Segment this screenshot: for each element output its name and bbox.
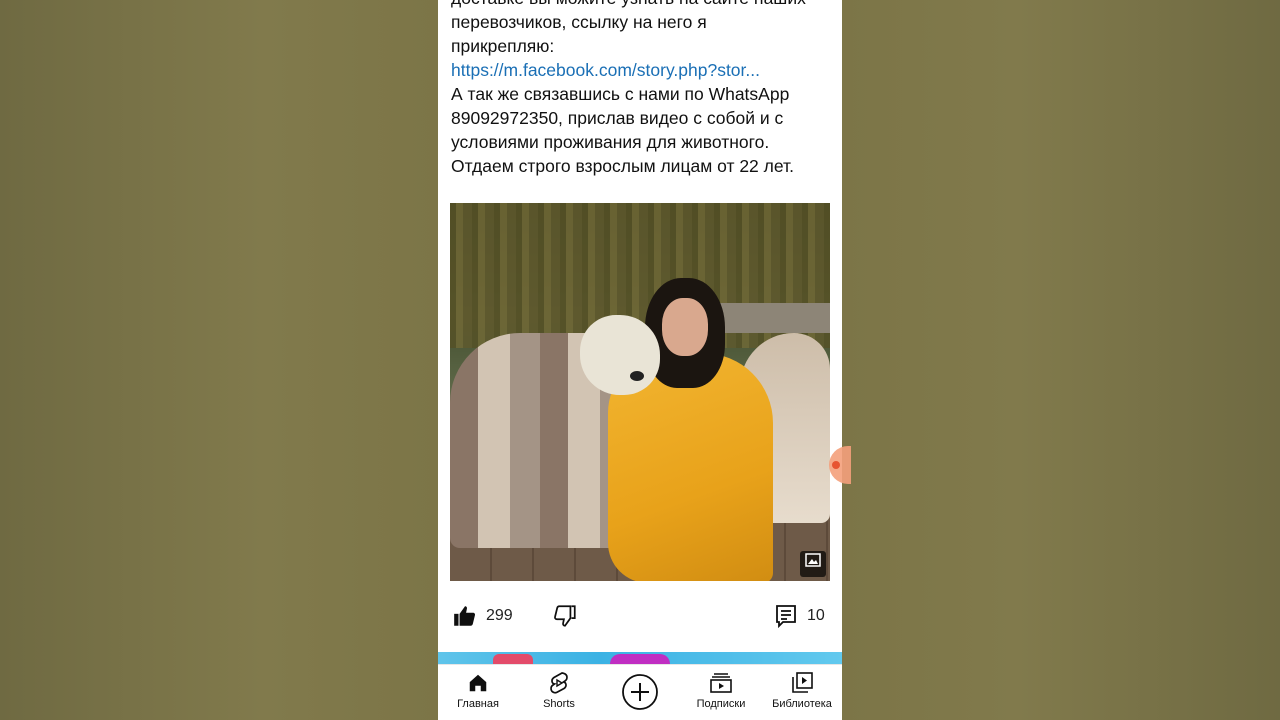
nav-library[interactable]: Библиотека	[762, 669, 842, 719]
post-image[interactable]	[450, 203, 830, 581]
background-blur-left	[0, 0, 438, 720]
thumbs-up-icon	[454, 606, 476, 626]
post-text: доставке вы можите узнать на сайте наших…	[451, 0, 835, 178]
post-actions: 299 10	[438, 596, 842, 640]
post-line: прикрепляю:	[451, 36, 555, 56]
thumbs-down-icon	[554, 605, 576, 627]
dislike-button[interactable]	[552, 596, 578, 636]
post-line: А так же связавшись с нами по WhatsApp	[451, 84, 790, 104]
nav-subscriptions-label: Подписки	[696, 698, 746, 710]
nav-shorts-label: Shorts	[543, 698, 575, 710]
library-icon	[792, 672, 813, 693]
subscriptions-icon	[710, 673, 732, 693]
nav-home-label: Главная	[457, 698, 499, 710]
post-line: 89092972350, прислав видео с собой и с	[451, 108, 784, 128]
post-line: перевозчиков, ссылку на него я	[451, 12, 707, 32]
nav-subscriptions[interactable]: Подписки	[681, 669, 761, 719]
plus-circle-icon	[622, 674, 658, 710]
post-line: доставке вы можите узнать на сайте наших	[451, 0, 835, 10]
bottom-navigation: Главная Shorts Подписки Библиотека	[438, 664, 842, 720]
preview-shape	[610, 654, 670, 664]
home-icon	[469, 674, 487, 692]
photo-dog	[580, 315, 660, 395]
nav-shorts[interactable]: Shorts	[519, 669, 599, 719]
photo-face	[662, 298, 708, 356]
shorts-icon	[550, 672, 568, 694]
post-link[interactable]: https://m.facebook.com/story.php?stor...	[451, 58, 835, 82]
gallery-icon[interactable]	[800, 551, 826, 577]
comment-button[interactable]	[774, 596, 798, 636]
post-line: Отдаем строго взрослым лицам от 22 лет.	[451, 156, 794, 176]
preview-shape	[493, 654, 533, 664]
photo-pier	[720, 303, 830, 333]
like-count: 299	[486, 607, 513, 624]
like-button[interactable]	[452, 596, 478, 636]
comment-count: 10	[807, 607, 825, 624]
photo-dog-nose	[630, 371, 644, 381]
next-item-preview[interactable]	[438, 652, 842, 664]
nav-create[interactable]	[600, 669, 680, 719]
background-blur-right	[842, 0, 1280, 720]
nav-home[interactable]: Главная	[438, 669, 518, 719]
nav-library-label: Библиотека	[772, 698, 832, 710]
phone-screen: доставке вы можите узнать на сайте наших…	[438, 0, 842, 720]
post-line: условиями проживания для животного.	[451, 132, 770, 152]
comment-icon	[776, 605, 796, 629]
